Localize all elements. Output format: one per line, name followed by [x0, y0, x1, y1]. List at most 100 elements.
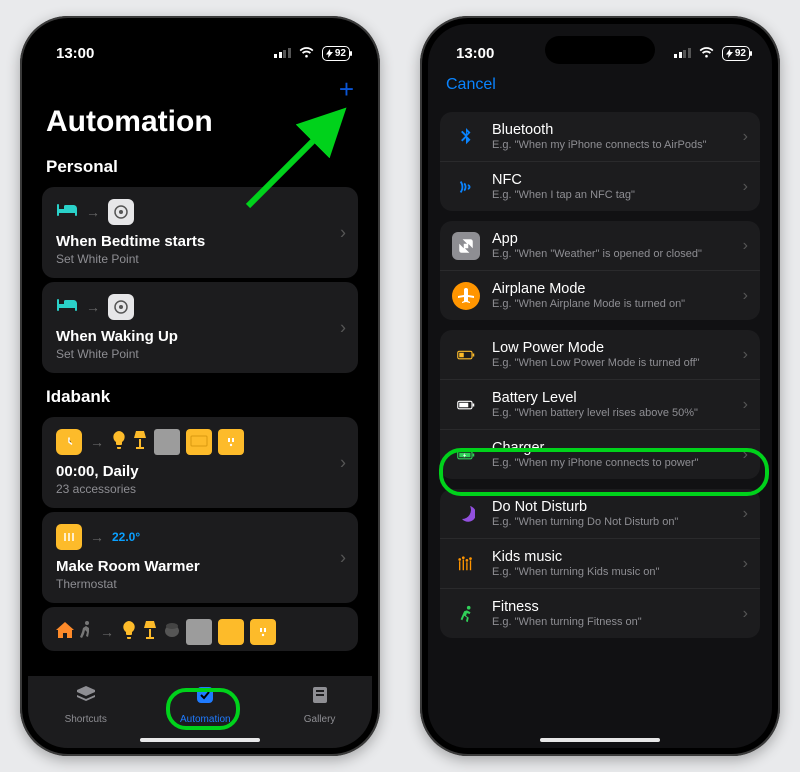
speaker-icon	[164, 622, 180, 643]
dynamic-island	[545, 36, 655, 64]
dnd-icon	[452, 500, 480, 528]
chevron-right-icon: ›	[743, 446, 748, 464]
chevron-right-icon: ›	[743, 505, 748, 523]
automation-daily[interactable]: → 00:00, Daily 23 accessories	[42, 417, 358, 508]
status-time: 13:00	[56, 45, 94, 62]
tab-label: Shortcuts	[65, 714, 107, 725]
tab-label: Gallery	[304, 714, 336, 725]
automation-bedtime[interactable]: → When Bedtime starts Set White Point ›	[42, 187, 358, 278]
battery-icon: 92	[322, 46, 350, 61]
lowpower-icon	[452, 341, 480, 369]
automation-title: Make Room Warmer	[56, 558, 344, 575]
trigger-title: Fitness	[492, 599, 748, 615]
monitor-icon	[186, 619, 212, 645]
chevron-right-icon: ›	[743, 287, 748, 305]
kids-icon	[452, 550, 480, 578]
bulb-icon	[112, 431, 126, 454]
trigger-group: Low Power ModeE.g. "When Low Power Mode …	[440, 330, 760, 479]
battery-level: 92	[335, 48, 346, 59]
cancel-button[interactable]: Cancel	[428, 68, 772, 100]
trigger-group: AppE.g. "When "Weather" is opened or clo…	[440, 221, 760, 320]
automation-home-partial[interactable]: →	[42, 607, 358, 651]
shortcuts-icon	[75, 684, 97, 712]
airplane-icon	[452, 282, 480, 310]
phone-left: 13:00 92 + Automation Personal	[20, 16, 380, 756]
section-idabank: Idabank	[28, 377, 372, 413]
trigger-row-airplane[interactable]: Airplane ModeE.g. "When Airplane Mode is…	[440, 270, 760, 320]
trigger-sub: E.g. "When turning Do Not Disturb on"	[492, 516, 748, 528]
automation-wake[interactable]: → When Waking Up Set White Point ›	[42, 282, 358, 373]
status-right: 92	[674, 46, 750, 61]
trigger-row-dnd[interactable]: Do Not DisturbE.g. "When turning Do Not …	[440, 489, 760, 538]
trigger-group: BluetoothE.g. "When my iPhone connects t…	[440, 112, 760, 211]
section-personal: Personal	[28, 147, 372, 183]
trigger-title: NFC	[492, 172, 748, 188]
automation-sub: Set White Point	[56, 347, 344, 361]
heat-icon	[56, 524, 82, 550]
chevron-right-icon: ›	[340, 547, 346, 568]
bed-icon	[56, 297, 78, 318]
fitness-icon	[452, 600, 480, 628]
chevron-right-icon: ›	[340, 452, 346, 473]
cellular-icon	[674, 48, 691, 58]
trigger-row-bluetooth[interactable]: BluetoothE.g. "When my iPhone connects t…	[440, 112, 760, 161]
add-automation-button[interactable]: +	[339, 74, 354, 105]
battery-icon	[452, 391, 480, 419]
trigger-row-nfc[interactable]: NFCE.g. "When I tap an NFC tag"›	[440, 161, 760, 211]
trigger-sub: E.g. "When Airplane Mode is turned on"	[492, 298, 748, 310]
clock-icon	[56, 429, 82, 455]
phone-right: 13:00 92 Cancel BluetoothE.g. "When my i…	[420, 16, 780, 756]
tab-gallery[interactable]: Gallery	[304, 684, 336, 725]
battery-icon: 92	[722, 46, 750, 61]
trigger-row-lowpower[interactable]: Low Power ModeE.g. "When Low Power Mode …	[440, 330, 760, 379]
arrow-icon: →	[86, 204, 100, 220]
screen-triggers: 13:00 92 Cancel BluetoothE.g. "When my i…	[428, 24, 772, 748]
tab-shortcuts[interactable]: Shortcuts	[65, 684, 107, 725]
monitor-icon	[154, 429, 180, 455]
trigger-row-battery[interactable]: Battery LevelE.g. "When battery level ri…	[440, 379, 760, 429]
trigger-title: Bluetooth	[492, 122, 748, 138]
chevron-right-icon: ›	[743, 605, 748, 623]
chevron-right-icon: ›	[743, 346, 748, 364]
settings-icon	[108, 294, 134, 320]
automation-sub: Set White Point	[56, 252, 344, 266]
bulb-icon	[122, 621, 136, 644]
trigger-row-charger[interactable]: ChargerE.g. "When my iPhone connects to …	[440, 429, 760, 479]
cellular-icon	[274, 48, 291, 58]
trigger-title: Do Not Disturb	[492, 499, 748, 515]
trigger-row-fitness[interactable]: FitnessE.g. "When turning Fitness on"›	[440, 588, 760, 638]
bluetooth-icon	[452, 123, 480, 151]
trigger-sub: E.g. "When turning Kids music on"	[492, 566, 748, 578]
trigger-title: Airplane Mode	[492, 281, 748, 297]
automation-icon	[194, 684, 216, 712]
chevron-right-icon: ›	[743, 178, 748, 196]
temperature-value: 22.0°	[112, 530, 140, 544]
home-indicator[interactable]	[540, 738, 660, 742]
trigger-sub: E.g. "When my iPhone connects to AirPods…	[492, 139, 748, 151]
trigger-list[interactable]: BluetoothE.g. "When my iPhone connects t…	[428, 102, 772, 738]
bed-icon	[56, 202, 78, 223]
trigger-row-app[interactable]: AppE.g. "When "Weather" is opened or clo…	[440, 221, 760, 270]
page-title: Automation	[28, 105, 372, 147]
automation-sub: 23 accessories	[56, 482, 344, 496]
home-indicator[interactable]	[140, 738, 260, 742]
settings-icon	[108, 199, 134, 225]
status-time: 13:00	[456, 45, 494, 62]
trigger-title: Charger	[492, 440, 748, 456]
outlet-icon	[218, 429, 244, 455]
trigger-sub: E.g. "When my iPhone connects to power"	[492, 457, 748, 469]
chevron-right-icon: ›	[743, 396, 748, 414]
chevron-right-icon: ›	[340, 222, 346, 243]
tab-automation[interactable]: Automation	[180, 684, 231, 725]
screen-icon	[218, 619, 244, 645]
screen-automation: 13:00 92 + Automation Personal	[28, 24, 372, 748]
automation-warmer[interactable]: → 22.0° Make Room Warmer Thermostat ›	[42, 512, 358, 603]
automation-sub: Thermostat	[56, 577, 344, 591]
trigger-title: Kids music	[492, 549, 748, 565]
trigger-row-kids[interactable]: Kids musicE.g. "When turning Kids music …	[440, 538, 760, 588]
trigger-sub: E.g. "When I tap an NFC tag"	[492, 189, 748, 201]
arrow-icon: →	[90, 529, 104, 545]
chevron-right-icon: ›	[743, 237, 748, 255]
trigger-sub: E.g. "When battery level rises above 50%…	[492, 407, 748, 419]
chevron-right-icon: ›	[743, 128, 748, 146]
